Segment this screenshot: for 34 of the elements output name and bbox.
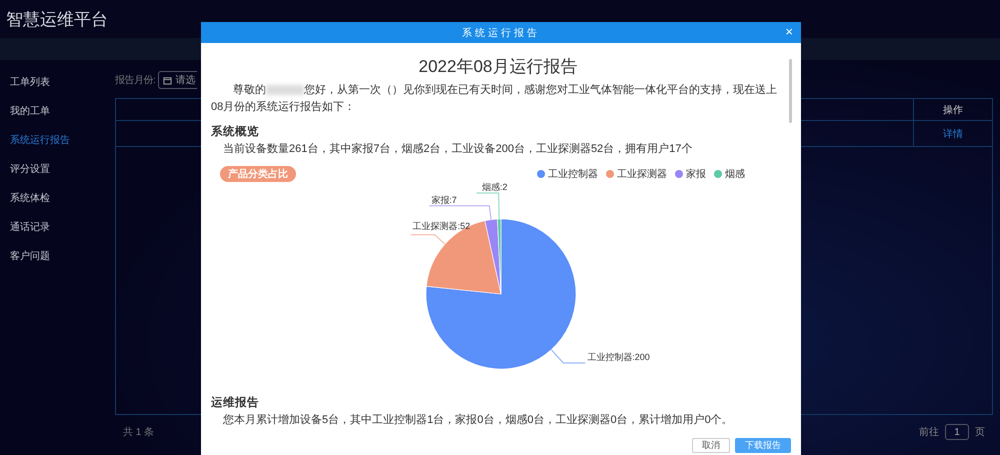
value-label: 烟感:2 — [482, 182, 508, 192]
section-text: 您本月累计增加设备5台，其中工业控制器1台，家报0台，烟感0台，工业探测器0台，累计增加用户0个。 — [222, 412, 734, 428]
value-label: 家报:7 — [431, 194, 457, 205]
month-picker-field[interactable]: 请选 — [158, 71, 198, 89]
filter-label: 报告月份: — [115, 74, 156, 87]
sidebar-item[interactable]: 客户问题 — [0, 248, 115, 265]
legend-label[interactable]: 工业探测器 — [617, 167, 667, 181]
section-title: 系统概览 — [211, 124, 260, 139]
sidebar-item[interactable]: 评分设置 — [0, 161, 115, 178]
app-title: 智慧运维平台 — [6, 8, 108, 30]
modal-title: 系统运行报告 — [462, 26, 540, 40]
legend-label[interactable]: 烟感 — [725, 167, 745, 181]
cancel-button[interactable]: 取消 — [692, 438, 730, 453]
total-count: 共 1 条 — [123, 426, 154, 439]
page-input[interactable]: 1 — [945, 424, 969, 440]
value-label: 工业探测器:52 — [412, 220, 470, 231]
chart-title-badge: 产品分类占比 — [220, 166, 296, 182]
section-title: 运维报告 — [211, 395, 260, 410]
sidebar-item[interactable]: 我的工单 — [0, 103, 115, 120]
sidebar-item[interactable]: 系统运行报告 — [0, 132, 115, 149]
column-header: 操作 — [942, 104, 964, 118]
sidebar-item[interactable]: 系统体检 — [0, 190, 115, 207]
sidebar-item[interactable]: 通话记录 — [0, 219, 115, 236]
page-suffix: 页 — [975, 426, 985, 439]
sidebar-item[interactable]: 工单列表 — [0, 74, 115, 91]
goto-label: 前往 — [919, 426, 939, 439]
details-link[interactable]: 详情 — [943, 126, 963, 140]
intro-paragraph: 尊敬的 您好，从第一次（）见你到现在已有天时间，感谢您对工业气体智能一体化平台的支持，现在送上08月份的系统运行报告如下： — [211, 82, 778, 115]
report-heading: 2022年08月运行报告 — [418, 56, 578, 78]
close-button[interactable]: × — [785, 25, 793, 39]
legend-label[interactable]: 工业控制器 — [548, 167, 598, 181]
legend-label[interactable]: 家报 — [686, 167, 706, 181]
section-text: 当前设备数量261台，其中家报7台，烟感2台，工业设备200台，工业探测器52台，拥有用户17个 — [222, 142, 694, 157]
value-label: 工业控制器:200 — [587, 352, 650, 362]
